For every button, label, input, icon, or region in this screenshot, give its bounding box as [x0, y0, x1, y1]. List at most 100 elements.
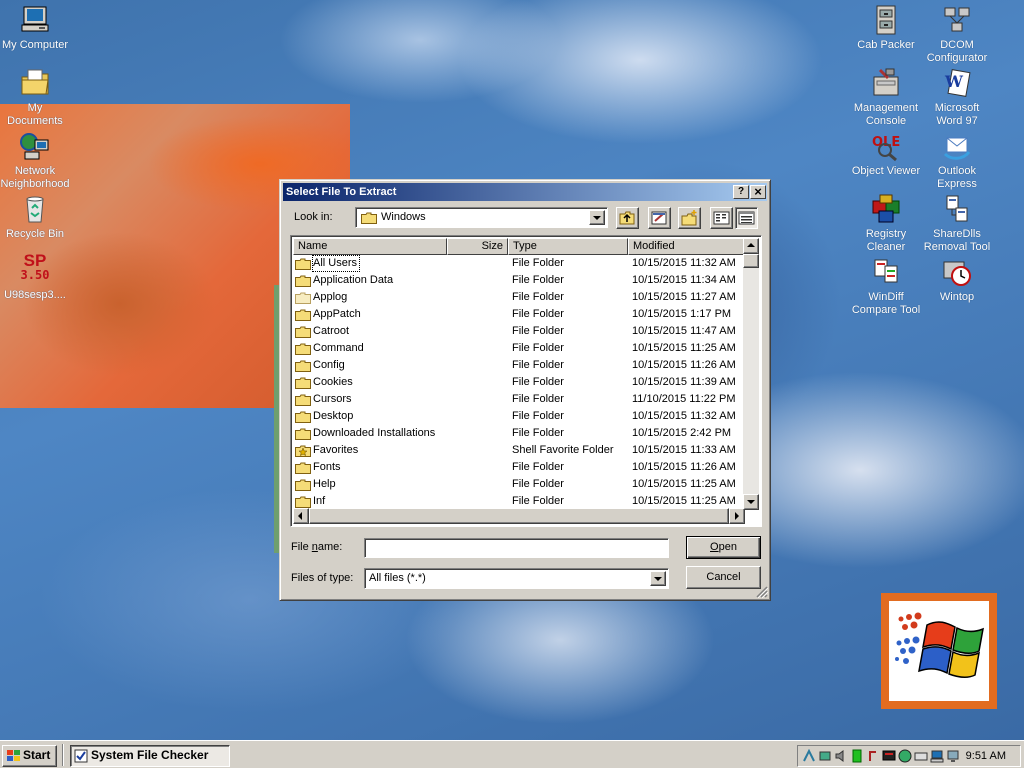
- desktop-icon-wintop[interactable]: Wintop: [921, 256, 993, 304]
- scroll-left-button[interactable]: [293, 508, 309, 524]
- display-icon[interactable]: [946, 749, 960, 763]
- desktop-icon-my-documents[interactable]: My Documents: [0, 67, 71, 128]
- file-modified-cell: 10/15/2015 11:32 AM: [632, 257, 736, 269]
- file-modified-cell: 10/15/2015 1:17 PM: [632, 308, 732, 320]
- up-one-level-button[interactable]: [616, 207, 639, 229]
- list-view-button[interactable]: [710, 207, 733, 229]
- desktop-icon-recycle-bin[interactable]: Recycle Bin: [0, 193, 71, 241]
- java-icon[interactable]: [866, 749, 880, 763]
- desktop-icon-sharedlls[interactable]: ShareDlls Removal Tool: [921, 193, 993, 254]
- horizontal-scrollbar[interactable]: [293, 508, 745, 524]
- desktop-icon-object-viewer[interactable]: OLE Object Viewer: [850, 130, 922, 178]
- files-of-type-combo[interactable]: All files (*.*): [364, 568, 669, 589]
- folder-icon: [295, 343, 311, 355]
- chevron-down-icon: [654, 577, 662, 581]
- favorites-folder-icon: [295, 445, 311, 457]
- recycle-icon[interactable]: [818, 749, 832, 763]
- vertical-scrollbar[interactable]: [743, 238, 759, 510]
- dialog-title: Select File To Extract: [286, 186, 397, 198]
- desktop-icon-label: My Computer: [1, 39, 69, 51]
- file-type-cell: File Folder: [512, 359, 564, 371]
- file-list-row[interactable]: Config File Folder 10/15/2015 11:26 AM: [293, 357, 748, 374]
- folder-icon: [361, 212, 377, 227]
- file-type-cell: File Folder: [512, 257, 564, 269]
- desktop-icon-registry-cleaner[interactable]: Registry Cleaner: [850, 193, 922, 254]
- desktop-icon-management-console[interactable]: Management Console: [850, 67, 922, 128]
- network-neighborhood-icon: [19, 130, 51, 162]
- taskbar-item-system-file-checker[interactable]: System File Checker: [70, 745, 230, 767]
- start-button[interactable]: Start: [2, 745, 57, 767]
- file-list-row[interactable]: Catroot File Folder 10/15/2015 11:47 AM: [293, 323, 748, 340]
- file-list-row[interactable]: Applog File Folder 10/15/2015 11:27 AM: [293, 289, 748, 306]
- desktop-icon-label: DCOM Configurator: [926, 39, 988, 64]
- look-in-dropdown-button[interactable]: [589, 210, 605, 225]
- file-list-row[interactable]: Favorites Shell Favorite Folder 10/15/2015…: [293, 442, 748, 459]
- file-list-row[interactable]: Desktop File Folder 10/15/2015 11:32 AM: [293, 408, 748, 425]
- desktop-icon-service-pack[interactable]: SP 3.50 U98sesp3....: [0, 252, 71, 302]
- new-folder-button[interactable]: [678, 207, 701, 229]
- desktop-icon-network-neighborhood[interactable]: Network Neighborhood: [0, 130, 71, 191]
- look-in-combo[interactable]: Windows: [355, 207, 608, 228]
- open-button[interactable]: Open: [686, 536, 761, 559]
- column-header-size[interactable]: Size: [447, 238, 508, 255]
- file-list-row[interactable]: AppPatch File Folder 10/15/2015 1:17 PM: [293, 306, 748, 323]
- horizontal-scroll-thumb[interactable]: [309, 508, 729, 524]
- resize-grip-icon[interactable]: [756, 586, 768, 598]
- desktop-icon-cab-packer[interactable]: Cab Packer: [850, 4, 922, 52]
- desktop-button[interactable]: [648, 207, 671, 229]
- desktop-icon-dcom-configurator[interactable]: DCOM Configurator: [921, 4, 993, 65]
- cab-packer-icon: [870, 4, 902, 36]
- file-list-row[interactable]: Application Data File Folder 10/15/2015 11…: [293, 272, 748, 289]
- desktop-icon-outlook-express[interactable]: Outlook Express: [921, 130, 993, 191]
- computer-icon[interactable]: [930, 749, 944, 763]
- select-file-dialog: Select File To Extract ? × Look in: Wind…: [279, 179, 771, 601]
- desktop-icon-label: Network Neighborhood: [0, 165, 70, 190]
- scroll-up-button[interactable]: [743, 238, 759, 254]
- files-of-type-dropdown-button[interactable]: [650, 571, 666, 586]
- column-header-modified[interactable]: Modified: [628, 238, 748, 255]
- file-list-row[interactable]: Fonts File Folder 10/15/2015 11:26 AM: [293, 459, 748, 476]
- scroll-down-button[interactable]: [743, 494, 759, 510]
- look-in-label: Look in:: [294, 211, 333, 223]
- my-documents-icon: [19, 67, 51, 99]
- file-name-cell: Help: [313, 478, 336, 490]
- desktop-icon-my-computer[interactable]: My Computer: [0, 4, 71, 52]
- volume-icon[interactable]: [834, 749, 848, 763]
- cancel-button[interactable]: Cancel: [686, 566, 761, 589]
- folder-icon: [295, 428, 311, 440]
- file-list-row[interactable]: Command File Folder 10/15/2015 11:25 AM: [293, 340, 748, 357]
- network-icon[interactable]: [802, 749, 816, 763]
- new-folder-icon: [681, 210, 697, 226]
- scroll-right-button[interactable]: [729, 508, 745, 524]
- keyboard-icon[interactable]: [914, 749, 928, 763]
- globe-icon[interactable]: [898, 749, 912, 763]
- file-list-row[interactable]: Help File Folder 10/15/2015 11:25 AM: [293, 476, 748, 493]
- file-modified-cell: 10/15/2015 11:26 AM: [632, 461, 736, 473]
- green-status-icon[interactable]: [850, 749, 864, 763]
- dialog-titlebar[interactable]: Select File To Extract ? ×: [283, 183, 767, 201]
- desktop-icon-word[interactable]: W Microsoft Word 97: [921, 67, 993, 128]
- vertical-scroll-thumb[interactable]: [743, 254, 759, 268]
- file-list-row[interactable]: All Users File Folder 10/15/2015 11:32 AM: [293, 255, 748, 272]
- chevron-up-icon: [747, 243, 755, 247]
- file-list-row[interactable]: Cursors File Folder 11/10/2015 11:22 PM: [293, 391, 748, 408]
- details-view-button[interactable]: [735, 207, 758, 229]
- close-button[interactable]: ×: [750, 185, 766, 199]
- taskbar-clock[interactable]: 9:51 AM: [966, 750, 1006, 762]
- file-name-cell: Command: [313, 342, 364, 354]
- chevron-down-icon: [593, 216, 601, 220]
- windiff-icon: [870, 256, 902, 288]
- file-list[interactable]: Name Size Type Modified All Users File Fo…: [290, 235, 762, 527]
- desktop-icon-windiff[interactable]: WinDiff Compare Tool: [850, 256, 922, 317]
- column-header-name[interactable]: Name: [293, 238, 447, 255]
- file-name-cell: Fonts: [313, 461, 341, 473]
- help-button[interactable]: ?: [733, 185, 749, 199]
- file-list-row[interactable]: Cookies File Folder 10/15/2015 11:39 AM: [293, 374, 748, 391]
- file-type-cell: Shell Favorite Folder: [512, 444, 614, 456]
- column-header-type[interactable]: Type: [508, 238, 628, 255]
- file-type-cell: File Folder: [512, 291, 564, 303]
- windows-logo-icon: [7, 750, 20, 761]
- monitor-icon[interactable]: [882, 749, 896, 763]
- file-name-input[interactable]: [364, 538, 669, 558]
- file-list-row[interactable]: Downloaded Installations File Folder 10/15…: [293, 425, 748, 442]
